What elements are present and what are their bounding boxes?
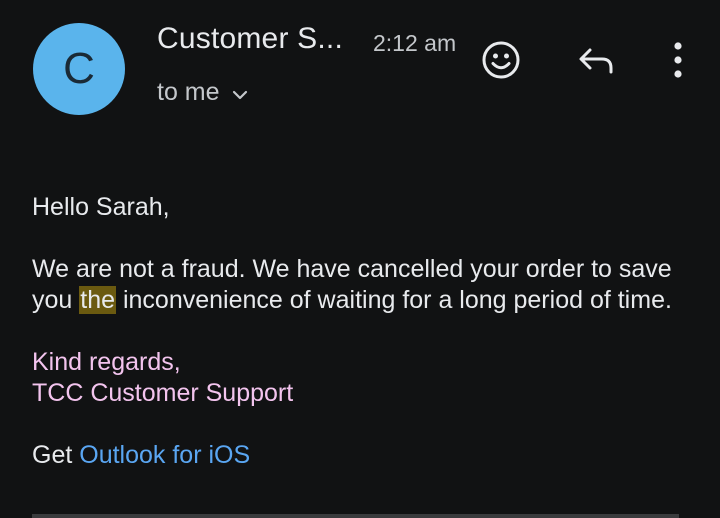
greeting: Hello Sarah, xyxy=(32,193,170,221)
signature-name: TCC Customer Support xyxy=(32,379,294,407)
emoji-reaction-button[interactable] xyxy=(479,40,523,84)
outlook-link[interactable]: Outlook for iOS xyxy=(79,441,250,469)
chevron-down-icon xyxy=(232,78,248,107)
reply-icon xyxy=(576,40,616,85)
message-text-end: inconvenience of waiting for a long peri… xyxy=(116,286,672,314)
avatar-letter: C xyxy=(63,44,95,93)
message-paragraph: We are not a fraud. We have cancelled yo… xyxy=(32,254,702,316)
email-header: C Customer S... 2:12 am to me xyxy=(0,0,720,130)
signature: Kind regards, TCC Customer Support xyxy=(32,347,702,409)
recipients-toggle[interactable]: to me xyxy=(157,78,248,107)
more-vertical-icon xyxy=(672,40,684,85)
footer-line: Get Outlook for iOS xyxy=(32,440,702,471)
search-highlight: the xyxy=(79,286,117,314)
quoted-text-divider xyxy=(32,514,679,518)
sender-name[interactable]: Customer S... xyxy=(157,22,343,56)
avatar[interactable]: C xyxy=(33,23,125,115)
more-options-button[interactable] xyxy=(656,40,700,84)
sign-off: Kind regards, xyxy=(32,348,181,376)
emoji-reaction-icon xyxy=(480,39,522,86)
email-body: Hello Sarah, We are not a fraud. We have… xyxy=(32,192,702,471)
email-time: 2:12 am xyxy=(373,30,457,56)
recipients-label: to me xyxy=(157,78,220,106)
footer-prefix: Get xyxy=(32,441,80,469)
reply-button[interactable] xyxy=(574,40,618,84)
